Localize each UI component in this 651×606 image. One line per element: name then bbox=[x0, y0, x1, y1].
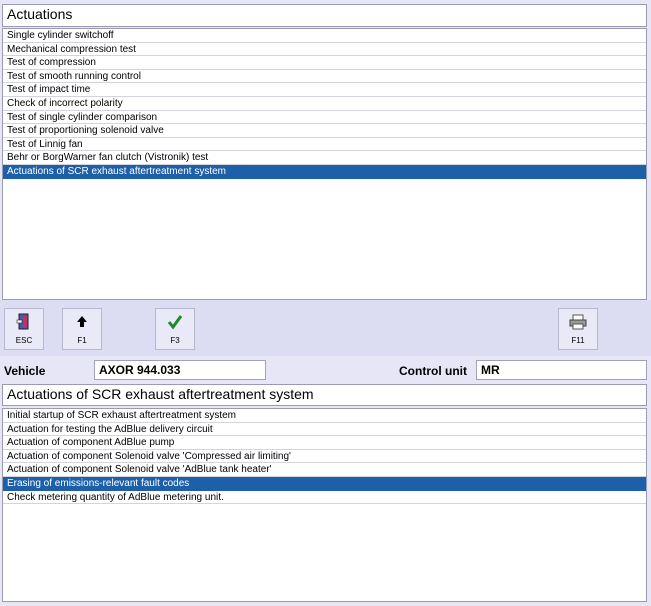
checkmark-icon bbox=[156, 309, 194, 335]
actuations-panel-title: Actuations bbox=[2, 4, 647, 27]
exit-door-icon bbox=[5, 309, 43, 335]
list-item[interactable]: Actuation of component AdBlue pump bbox=[3, 436, 646, 450]
list-item[interactable]: Test of smooth running control bbox=[3, 70, 646, 84]
printer-icon bbox=[559, 309, 597, 335]
actuations-list[interactable]: Single cylinder switchoff Mechanical comp… bbox=[2, 28, 647, 300]
f1-button-label: F1 bbox=[77, 336, 87, 345]
control-unit-label: Control unit bbox=[399, 364, 467, 378]
list-item[interactable]: Actuation of component Solenoid valve 'C… bbox=[3, 450, 646, 464]
f3-button-label: F3 bbox=[170, 336, 180, 345]
list-item[interactable]: Check metering quantity of AdBlue meteri… bbox=[3, 491, 646, 505]
list-item[interactable]: Test of Linnig fan bbox=[3, 138, 646, 152]
f11-button-label: F11 bbox=[571, 336, 585, 345]
scr-actuations-list[interactable]: Initial startup of SCR exhaust aftertrea… bbox=[2, 408, 647, 602]
arrow-up-icon bbox=[63, 309, 101, 335]
list-item[interactable]: Actuation of component Solenoid valve 'A… bbox=[3, 463, 646, 477]
list-item[interactable]: Test of proportioning solenoid valve bbox=[3, 124, 646, 138]
list-item[interactable]: Single cylinder switchoff bbox=[3, 29, 646, 43]
vehicle-label: Vehicle bbox=[4, 364, 46, 378]
function-key-toolbar: ESC F1 F3 F11 bbox=[0, 300, 651, 356]
f3-button[interactable]: F3 bbox=[155, 308, 195, 350]
esc-button[interactable]: ESC bbox=[4, 308, 44, 350]
f11-button[interactable]: F11 bbox=[558, 308, 598, 350]
vehicle-field: AXOR 944.033 bbox=[94, 360, 266, 380]
scr-panel-title: Actuations of SCR exhaust aftertreatment… bbox=[2, 384, 647, 406]
list-item[interactable]: Erasing of emissions-relevant fault code… bbox=[3, 476, 646, 491]
list-item[interactable]: Actuations of SCR exhaust aftertreatment… bbox=[3, 164, 646, 179]
list-item[interactable]: Actuation for testing the AdBlue deliver… bbox=[3, 423, 646, 437]
list-item[interactable]: Initial startup of SCR exhaust aftertrea… bbox=[3, 409, 646, 423]
list-item[interactable]: Check of incorrect polarity bbox=[3, 97, 646, 111]
control-unit-field: MR bbox=[476, 360, 647, 380]
list-item[interactable]: Behr or BorgWarner fan clutch (Vistronik… bbox=[3, 151, 646, 165]
list-item[interactable]: Mechanical compression test bbox=[3, 43, 646, 57]
esc-button-label: ESC bbox=[15, 336, 33, 345]
list-item[interactable]: Test of compression bbox=[3, 56, 646, 70]
list-item[interactable]: Test of single cylinder comparison bbox=[3, 111, 646, 125]
list-item[interactable]: Test of impact time bbox=[3, 83, 646, 97]
f1-button[interactable]: F1 bbox=[62, 308, 102, 350]
